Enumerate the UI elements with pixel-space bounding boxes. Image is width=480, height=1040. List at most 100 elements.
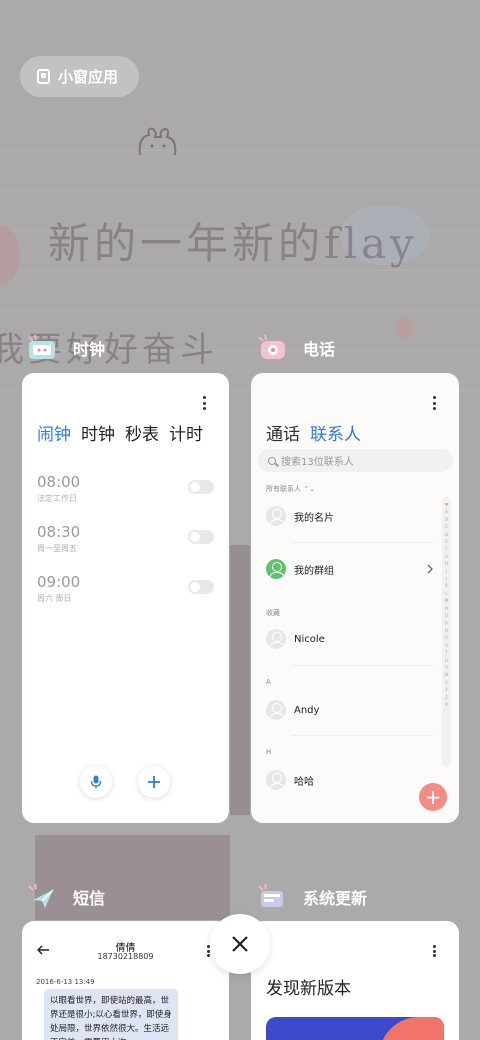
alarm-desc: 周六 周日: [37, 594, 72, 603]
update-app-icon: [255, 882, 291, 912]
phone-app-header[interactable]: 电话: [255, 333, 335, 363]
sms-app-name: 短信: [73, 889, 106, 908]
add-alarm-button[interactable]: [138, 766, 170, 798]
clear-all-button[interactable]: [210, 914, 270, 974]
section-a: A: [266, 678, 271, 686]
chevron-right-icon: [427, 564, 433, 574]
sms-app-card[interactable]: 倩倩 18730218809 2016-6-13 13:49 以眼看世界，即使站…: [22, 921, 229, 1040]
index-letter[interactable]: V: [445, 664, 448, 671]
divider: [291, 735, 434, 736]
update-app-header[interactable]: 系统更新: [255, 882, 367, 912]
index-letter[interactable]: D: [445, 531, 448, 538]
wallpaper-headline: 新的一年新的flay: [48, 219, 418, 268]
phone-tabs: 通话 联系人: [266, 420, 361, 445]
tab-timer[interactable]: 计时: [169, 420, 203, 445]
divider: [291, 542, 434, 543]
tab-stopwatch[interactable]: 秒表: [125, 420, 159, 445]
bunny-doodle-icon: [138, 127, 177, 156]
update-app-name: 系统更新: [303, 889, 368, 908]
index-letter[interactable]: Z: [445, 694, 448, 701]
more-options-icon[interactable]: [427, 396, 441, 410]
sms-app-icon: [25, 882, 61, 912]
contact-name: 我的群组: [294, 565, 334, 577]
alarm-desc: 法定工作日: [37, 494, 77, 503]
tab-alarm[interactable]: 闹钟: [37, 420, 71, 445]
avatar: [266, 770, 286, 790]
small-window-icon: [37, 69, 50, 84]
sms-app-header[interactable]: 短信: [25, 882, 105, 912]
section-favorites: 收藏: [266, 609, 280, 617]
divider: [291, 665, 434, 666]
contact-search-input[interactable]: 搜索13位联系人: [258, 449, 453, 472]
small-window-button[interactable]: 小窗应用: [20, 56, 139, 97]
more-options-icon[interactable]: [427, 945, 441, 957]
all-contacts-filter[interactable]: 所有联系人 ⌃⌄: [266, 484, 315, 494]
index-letter[interactable]: P: [445, 620, 447, 627]
index-letter[interactable]: A: [445, 508, 448, 515]
voice-alarm-button[interactable]: [80, 766, 112, 798]
alarm-toggle[interactable]: [188, 480, 214, 494]
phone-app-icon: [255, 333, 291, 363]
contact-row[interactable]: 哈哈: [266, 770, 436, 790]
index-letter[interactable]: R: [445, 634, 448, 641]
tab-contacts[interactable]: 联系人: [310, 420, 361, 445]
index-letter[interactable]: B: [445, 516, 448, 523]
phone-app-card[interactable]: 通话 联系人 搜索13位联系人 所有联系人 ⌃⌄ 我的名片 我的群组 收藏 Ni…: [251, 373, 459, 823]
alphabet-index[interactable]: ♥ A B C D E F G H I J K L M N O P Q R S T U V W X Y Z #: [442, 497, 451, 767]
contact-name: Nicole: [294, 633, 325, 645]
index-letter[interactable]: F: [445, 545, 447, 552]
search-icon: [268, 456, 276, 465]
contact-row[interactable]: Andy: [266, 700, 436, 720]
avatar: [266, 506, 286, 526]
update-app-card[interactable]: 发现新版本: [251, 921, 459, 1040]
close-icon: [232, 936, 248, 952]
index-letter[interactable]: Y: [445, 686, 447, 693]
index-letter[interactable]: J: [446, 575, 447, 582]
index-letter[interactable]: S: [445, 642, 448, 649]
alarm-toggle[interactable]: [188, 580, 214, 594]
index-letter[interactable]: O: [445, 612, 448, 619]
index-letter[interactable]: ♥: [445, 501, 449, 508]
index-letter[interactable]: I: [446, 568, 447, 575]
avatar: [266, 700, 286, 720]
tab-calls[interactable]: 通话: [266, 420, 300, 445]
avatar: [266, 629, 286, 649]
small-window-label: 小窗应用: [58, 68, 119, 86]
contact-name: 我的名片: [294, 512, 334, 524]
clock-app-icon: [25, 333, 61, 363]
contact-name: 哈哈: [294, 776, 314, 788]
update-title: 发现新版本: [266, 979, 351, 999]
my-card-row[interactable]: 我的名片: [266, 506, 436, 526]
index-letter[interactable]: T: [445, 649, 447, 656]
index-letter[interactable]: X: [445, 679, 448, 686]
index-letter[interactable]: M: [445, 597, 448, 604]
index-letter[interactable]: H: [445, 560, 448, 567]
sms-date: 2016-6-13 13:49: [36, 978, 95, 986]
index-letter[interactable]: G: [445, 553, 448, 560]
index-letter[interactable]: L: [445, 590, 447, 597]
search-placeholder: 搜索13位联系人: [281, 457, 354, 468]
clock-tabs: 闹钟 时钟 秒表 计时: [37, 420, 203, 445]
index-letter[interactable]: #: [445, 701, 448, 708]
more-options-icon[interactable]: [197, 396, 211, 410]
alarm-desc: 周一至周五: [37, 544, 77, 553]
index-letter[interactable]: W: [445, 671, 449, 678]
add-contact-button[interactable]: +: [419, 783, 447, 811]
sms-message-bubble: 以眼看世界，即使站的最高，世界还是很小;以心看世界，即使身处局限，世界依然很大。…: [44, 989, 178, 1040]
group-icon: [266, 559, 286, 579]
tab-clock[interactable]: 时钟: [81, 420, 115, 445]
index-letter[interactable]: C: [445, 523, 448, 530]
clock-app-card[interactable]: 闹钟 时钟 秒表 计时 08:00 法定工作日 08:30 周一至周五 09:0…: [22, 373, 229, 823]
contact-row[interactable]: Nicole: [266, 629, 436, 649]
microphone-icon: [90, 775, 102, 789]
update-banner: [266, 1017, 444, 1040]
index-letter[interactable]: U: [445, 657, 448, 664]
clock-app-header[interactable]: 时钟: [25, 333, 105, 363]
my-groups-row[interactable]: 我的群组: [266, 559, 436, 579]
index-letter[interactable]: N: [445, 605, 448, 612]
alarm-toggle[interactable]: [188, 530, 214, 544]
sms-contact-number: 18730218809: [97, 952, 154, 961]
index-letter[interactable]: K: [445, 582, 448, 589]
index-letter[interactable]: Q: [445, 627, 448, 634]
index-letter[interactable]: E: [445, 538, 448, 545]
